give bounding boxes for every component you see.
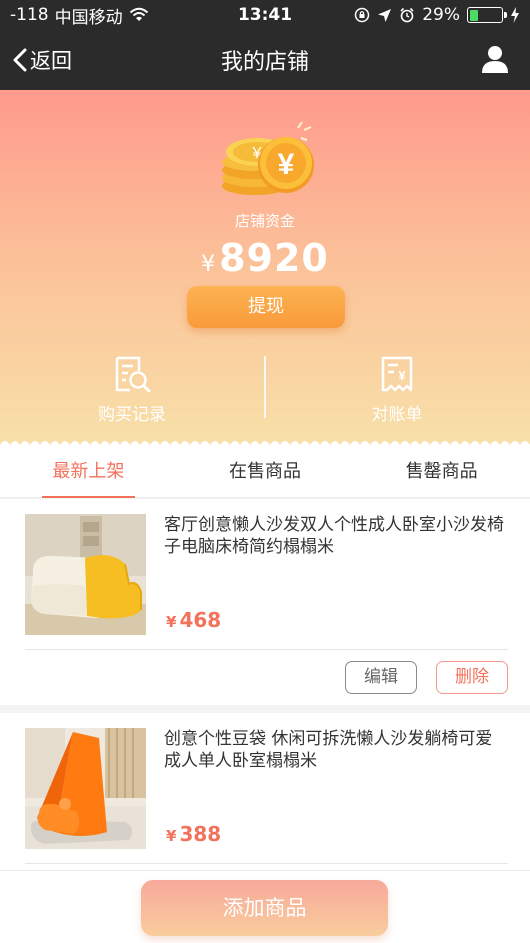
funds-amount: ¥8920	[0, 236, 530, 280]
back-label: 返回	[30, 49, 72, 73]
product-price: ¥388	[166, 822, 221, 846]
bottom-bar: 添加商品	[0, 870, 530, 943]
charging-icon	[511, 7, 519, 23]
add-product-button[interactable]: 添加商品	[141, 880, 388, 936]
wifi-icon	[129, 7, 148, 21]
status-right: 29%	[354, 5, 520, 25]
price-currency: ¥	[166, 613, 177, 631]
coins-icon: ¥ ¥	[222, 121, 314, 195]
price-value: 388	[179, 822, 222, 846]
product-name[interactable]: 客厅创意懒人沙发双人个性成人卧室小沙发椅子电脑床椅简约榻榻米	[164, 514, 509, 558]
svg-text:¥: ¥	[398, 368, 406, 383]
funds-label: 店铺资金	[234, 212, 295, 230]
page-title: 我的店铺	[220, 50, 309, 75]
delete-button[interactable]: 删除	[436, 661, 508, 694]
alarm-icon	[400, 7, 414, 23]
user-icon[interactable]	[480, 44, 510, 74]
tab-latest[interactable]: 最新上架	[0, 450, 177, 498]
price-value: 468	[179, 608, 222, 632]
product-image	[25, 728, 146, 849]
orientation-lock-icon	[354, 7, 370, 23]
status-bar: -118 中国移动 13:41 29%	[0, 0, 530, 30]
card-divider	[25, 649, 508, 650]
product-card[interactable]: 客厅创意懒人沙发双人个性成人卧室小沙发椅子电脑床椅简约榻榻米 ¥468 编辑 删…	[0, 499, 530, 705]
wave-edge	[0, 441, 530, 451]
edit-button[interactable]: 编辑	[345, 661, 417, 694]
chevron-left-icon	[13, 48, 27, 72]
statement-icon: ¥	[381, 356, 413, 392]
tab-sold-out[interactable]: 售罄商品	[353, 450, 530, 497]
battery-icon	[467, 7, 507, 23]
statement-label: 对账单	[371, 405, 423, 425]
svg-text:¥: ¥	[278, 148, 295, 181]
entries-divider	[264, 356, 266, 418]
product-image	[25, 514, 146, 635]
card-divider	[25, 863, 508, 864]
location-icon	[378, 8, 392, 22]
tab-on-sale[interactable]: 在售商品	[177, 450, 354, 497]
product-name[interactable]: 创意个性豆袋 休闲可拆洗懒人沙发躺椅可爱成人单人卧室榻榻米	[164, 728, 509, 772]
product-card[interactable]: 创意个性豆袋 休闲可拆洗懒人沙发躺椅可爱成人单人卧室榻榻米 ¥388	[0, 713, 530, 878]
battery-percent: 29%	[422, 5, 460, 25]
purchase-records-label: 购买记录	[98, 405, 166, 425]
currency-symbol: ¥	[201, 252, 216, 277]
store-funds-header: ¥ ¥ 店铺资金 ¥8920 提现 购买记录 ¥ 对账单	[0, 90, 530, 451]
funds-value: 8920	[219, 236, 329, 280]
carrier-name: 中国移动	[54, 7, 123, 28]
purchase-records-icon	[115, 356, 151, 393]
status-left: -118 中国移动	[10, 3, 354, 28]
product-tabs: 最新上架 在售商品 售罄商品	[0, 450, 530, 498]
battery-level	[469, 9, 479, 21]
nav-bar: 返回 我的店铺	[0, 30, 530, 90]
back-button[interactable]: 返回	[12, 30, 72, 90]
purchase-records-entry[interactable]: 购买记录	[67, 354, 197, 425]
statement-entry[interactable]: ¥ 对账单	[332, 354, 462, 425]
product-price: ¥468	[166, 608, 221, 632]
withdraw-button[interactable]: 提现	[187, 286, 345, 328]
signal-strength: -118	[10, 5, 49, 25]
price-currency: ¥	[166, 827, 177, 845]
